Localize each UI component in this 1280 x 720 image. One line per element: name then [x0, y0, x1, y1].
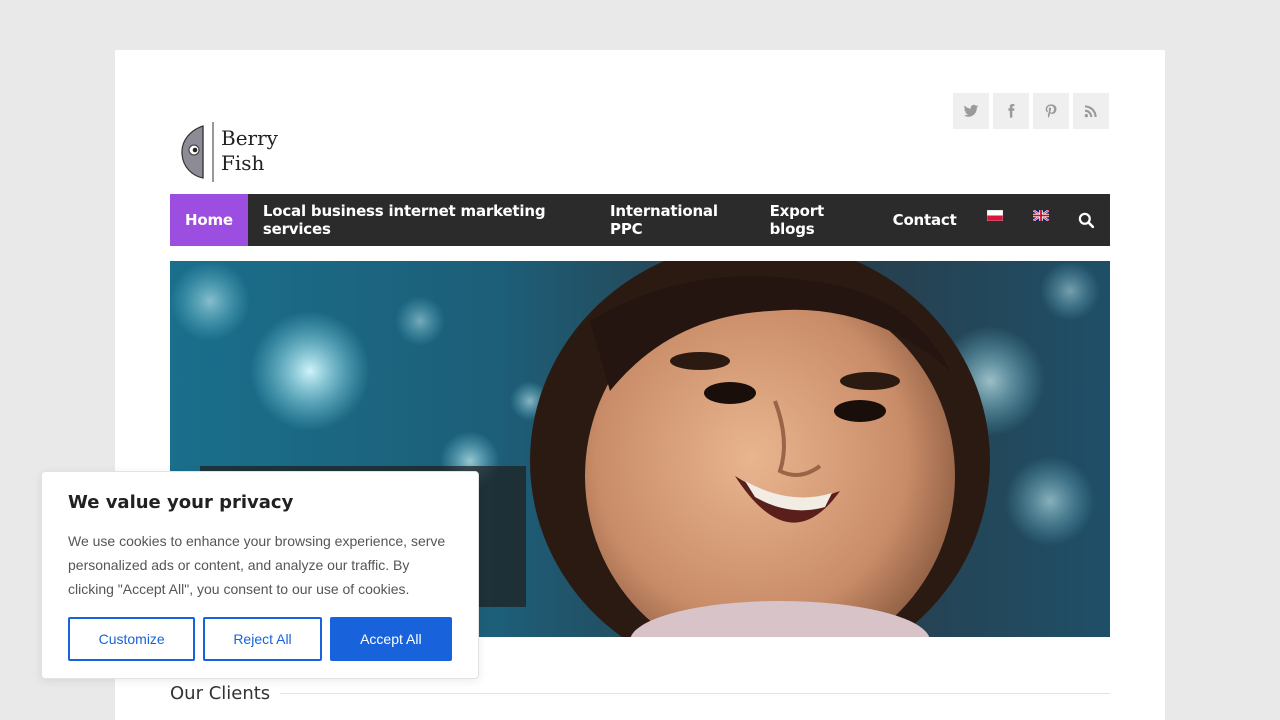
cookie-buttons: Customize Reject All Accept All: [68, 617, 452, 661]
cookie-consent-banner: We value your privacy We use cookies to …: [41, 471, 479, 679]
logo-text-line-2: Fish: [221, 151, 265, 175]
facebook-icon: [1008, 104, 1015, 118]
social-links: [953, 93, 1109, 129]
nav-item-local-business[interactable]: Local business internet marketing servic…: [248, 194, 595, 246]
accept-all-button[interactable]: Accept All: [329, 617, 452, 661]
search-button[interactable]: [1064, 194, 1110, 246]
rss-button[interactable]: [1073, 93, 1109, 129]
logo-text-line-1: Berry: [221, 126, 278, 150]
nav-item-polish-language[interactable]: [972, 194, 1018, 246]
reject-all-button[interactable]: Reject All: [203, 617, 322, 661]
nav-item-contact[interactable]: Contact: [878, 194, 972, 246]
our-clients-heading: Our Clients: [170, 683, 271, 704]
uk-flag-icon: [1032, 210, 1049, 221]
facebook-button[interactable]: [993, 93, 1029, 129]
nav-item-export-blogs[interactable]: Export blogs: [755, 194, 878, 246]
customize-button[interactable]: Customize: [68, 617, 196, 661]
pinterest-button[interactable]: [1033, 93, 1069, 129]
section-divider: [280, 693, 1110, 694]
nav-item-international-ppc[interactable]: International PPC: [595, 194, 755, 246]
rss-icon: [1084, 105, 1097, 118]
cookie-text: We use cookies to enhance your browsing …: [68, 533, 446, 597]
nav-item-home[interactable]: Home: [170, 194, 248, 246]
fish-logo-icon: [181, 122, 214, 182]
search-icon: [1079, 212, 1095, 228]
our-clients-section: Our Clients: [170, 683, 1110, 704]
cookie-title: We value your privacy: [68, 492, 294, 513]
polish-flag-icon: [986, 210, 1003, 221]
main-navigation: Home Local business internet marketing s…: [170, 194, 1110, 246]
nav-item-english-language[interactable]: [1018, 194, 1064, 246]
twitter-button[interactable]: [953, 93, 989, 129]
site-logo[interactable]: Berry Fish: [181, 120, 278, 182]
twitter-icon: [963, 104, 979, 117]
pinterest-icon: [1045, 104, 1057, 118]
